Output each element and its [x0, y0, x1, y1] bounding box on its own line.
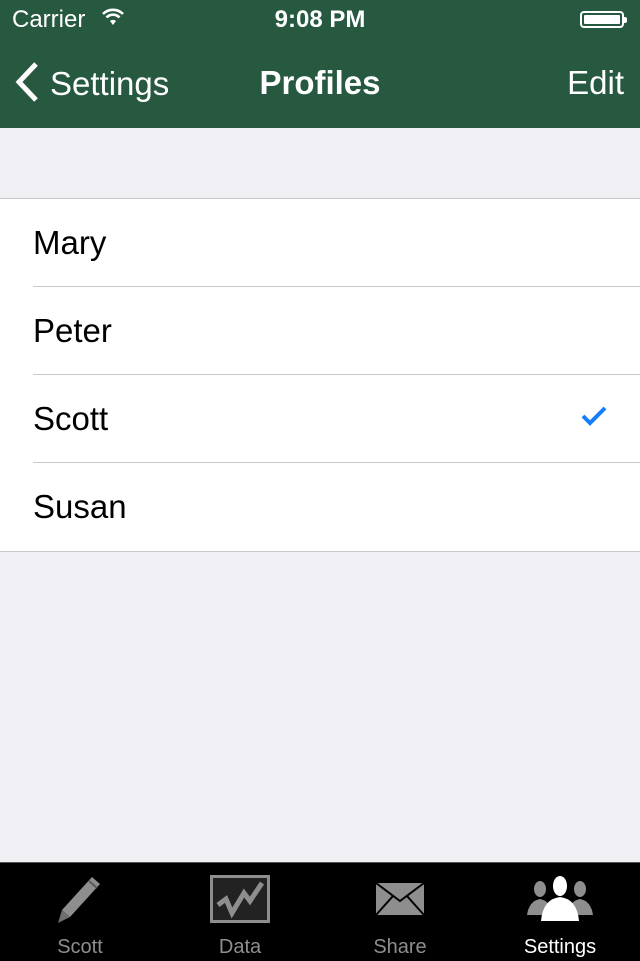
checkmark-icon [580, 405, 608, 432]
profile-row-mary[interactable]: Mary [0, 199, 640, 287]
battery-icon [580, 11, 627, 28]
profile-row-susan[interactable]: Susan [0, 463, 640, 551]
profile-row-peter[interactable]: Peter [0, 287, 640, 375]
tab-share[interactable]: Share [320, 863, 480, 961]
profile-name: Peter [33, 312, 112, 349]
profile-name: Mary [33, 224, 107, 261]
status-bar: Carrier 9:08 PM [0, 0, 640, 40]
people-icon [527, 875, 593, 926]
profile-name: Scott [33, 400, 109, 437]
tab-label: Data [218, 936, 262, 958]
profile-row-scott[interactable]: Scott [0, 375, 640, 463]
profiles-list: Mary Peter Scott Susan [0, 198, 640, 552]
tab-label: Scott [57, 936, 103, 958]
tab-bar: Scott Data Share Settings [0, 862, 640, 961]
pencil-icon [56, 875, 104, 930]
tab-scott[interactable]: Scott [0, 863, 160, 961]
chart-icon [210, 875, 270, 928]
tab-label: Settings [523, 936, 597, 958]
clock: 9:08 PM [274, 6, 366, 33]
navigation-bar: Carrier 9:08 PM Settings Profiles Edit [0, 0, 640, 128]
tab-label: Share [373, 936, 427, 958]
tab-settings[interactable]: Settings [480, 863, 640, 961]
edit-button[interactable]: Edit [567, 64, 624, 102]
envelope-icon [375, 875, 425, 924]
profile-name: Susan [33, 488, 127, 525]
page-title: Profiles [259, 64, 381, 101]
tab-data[interactable]: Data [160, 863, 320, 961]
